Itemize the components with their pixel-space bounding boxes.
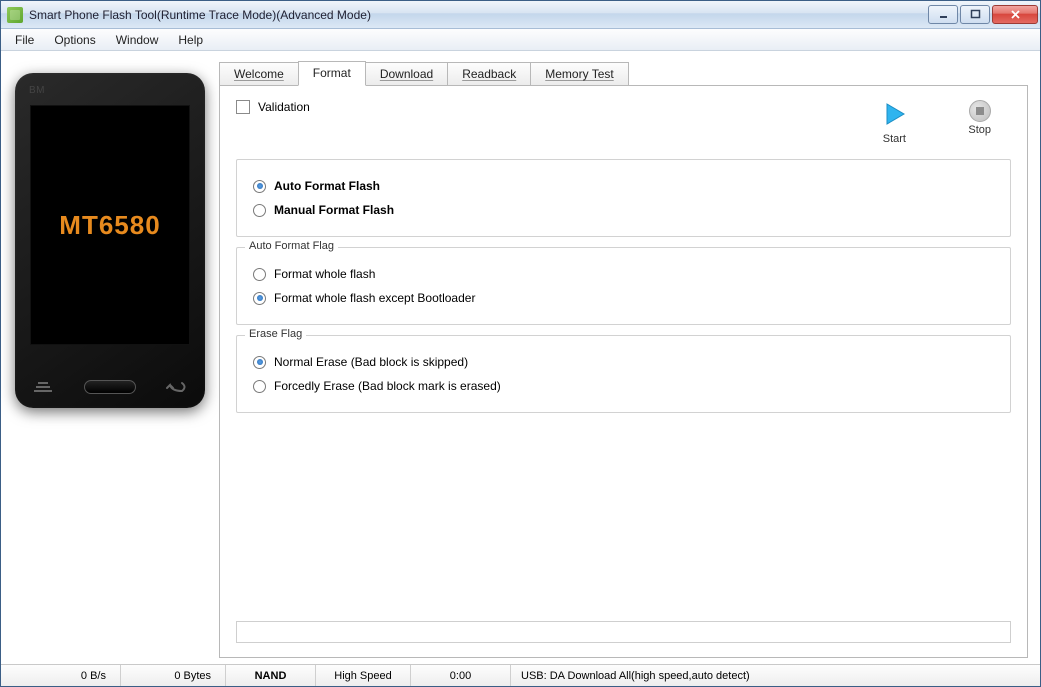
menu-options[interactable]: Options — [44, 31, 105, 49]
menu-file[interactable]: File — [5, 31, 44, 49]
home-key-icon — [84, 380, 136, 394]
radio-icon[interactable] — [253, 380, 266, 393]
radio-icon[interactable] — [253, 356, 266, 369]
auto-format-label: Auto Format Flash — [274, 179, 380, 193]
checkbox-icon[interactable] — [236, 100, 250, 114]
radio-manual-format[interactable]: Manual Format Flash — [251, 198, 996, 222]
stop-label: Stop — [968, 124, 991, 136]
radio-icon[interactable] — [253, 292, 266, 305]
erase-flag-group: Erase Flag Normal Erase (Bad block is sk… — [236, 335, 1011, 413]
format-whole-label: Format whole flash — [274, 267, 375, 281]
normal-erase-label: Normal Erase (Bad block is skipped) — [274, 355, 468, 369]
radio-forcedly-erase[interactable]: Forcedly Erase (Bad block mark is erased… — [251, 374, 996, 398]
start-button[interactable]: Start — [880, 100, 908, 145]
status-storage: NAND — [226, 665, 316, 686]
auto-format-flag-title: Auto Format Flag — [245, 240, 338, 252]
close-button[interactable] — [992, 5, 1038, 24]
radio-format-except-bootloader[interactable]: Format whole flash except Bootloader — [251, 286, 996, 310]
window-controls — [928, 5, 1038, 24]
tab-readback[interactable]: Readback — [447, 62, 531, 85]
stop-button[interactable]: Stop — [968, 100, 991, 145]
radio-normal-erase[interactable]: Normal Erase (Bad block is skipped) — [251, 350, 996, 374]
maximize-button[interactable] — [960, 5, 990, 24]
radio-auto-format[interactable]: Auto Format Flash — [251, 174, 996, 198]
tab-download[interactable]: Download — [365, 62, 448, 85]
start-label: Start — [883, 133, 906, 145]
phone-screen: MT6580 — [30, 105, 190, 345]
action-buttons: Start Stop — [880, 100, 1011, 145]
status-time: 0:00 — [411, 665, 511, 686]
progress-bar — [236, 621, 1011, 643]
manual-format-label: Manual Format Flash — [274, 203, 394, 217]
main-panel: Welcome Format Download Readback Memory … — [219, 51, 1040, 664]
radio-icon[interactable] — [253, 180, 266, 193]
tab-welcome[interactable]: Welcome — [219, 62, 299, 85]
content-area: BM MT6580 Welcome Format Download Readba… — [1, 51, 1040, 664]
tab-format[interactable]: Format — [298, 61, 366, 86]
format-mode-group: Auto Format Flash Manual Format Flash — [236, 159, 1011, 237]
phone-illustration: BM MT6580 — [15, 73, 205, 408]
format-top-row: Validation Start Stop — [236, 100, 1011, 145]
menu-window[interactable]: Window — [106, 31, 169, 49]
play-icon — [880, 100, 908, 131]
phone-panel: BM MT6580 — [1, 51, 219, 664]
status-usb: USB: DA Download All(high speed,auto det… — [511, 665, 1040, 686]
app-window: Smart Phone Flash Tool(Runtime Trace Mod… — [0, 0, 1041, 687]
phone-chip-label: MT6580 — [59, 210, 160, 241]
phone-hw-buttons — [30, 380, 190, 394]
erase-flag-title: Erase Flag — [245, 328, 306, 340]
menu-key-icon — [30, 380, 56, 394]
tab-strip: Welcome Format Download Readback Memory … — [219, 59, 1028, 85]
minimize-button[interactable] — [928, 5, 958, 24]
radio-icon[interactable] — [253, 268, 266, 281]
phone-brand-label: BM — [29, 85, 45, 96]
titlebar[interactable]: Smart Phone Flash Tool(Runtime Trace Mod… — [1, 1, 1040, 29]
radio-format-whole[interactable]: Format whole flash — [251, 262, 996, 286]
status-bar: 0 B/s 0 Bytes NAND High Speed 0:00 USB: … — [1, 664, 1040, 686]
validation-checkbox[interactable]: Validation — [236, 100, 310, 114]
status-bytes: 0 Bytes — [121, 665, 226, 686]
validation-label: Validation — [258, 100, 310, 114]
stop-icon — [969, 100, 991, 122]
back-key-icon — [164, 380, 190, 394]
tab-content-format: Validation Start Stop — [219, 85, 1028, 658]
status-rate: 0 B/s — [1, 665, 121, 686]
menu-help[interactable]: Help — [168, 31, 213, 49]
tab-memory-test[interactable]: Memory Test — [530, 62, 628, 85]
status-speed: High Speed — [316, 665, 411, 686]
menubar: File Options Window Help — [1, 29, 1040, 51]
radio-icon[interactable] — [253, 204, 266, 217]
app-icon — [7, 7, 23, 23]
window-title: Smart Phone Flash Tool(Runtime Trace Mod… — [29, 8, 928, 22]
auto-format-flag-group: Auto Format Flag Format whole flash Form… — [236, 247, 1011, 325]
forcedly-erase-label: Forcedly Erase (Bad block mark is erased… — [274, 379, 501, 393]
format-except-bootloader-label: Format whole flash except Bootloader — [274, 291, 475, 305]
